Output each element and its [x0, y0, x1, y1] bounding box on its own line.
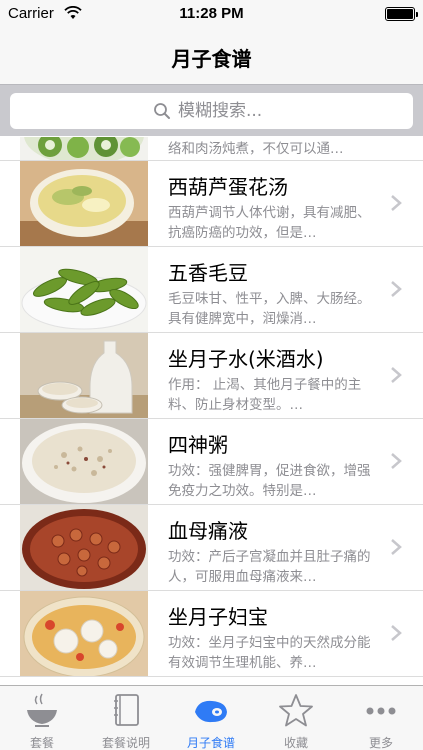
more-icon [366, 707, 396, 715]
battery-icon [385, 7, 418, 21]
list-item-partial[interactable]: 络和肉汤炖煮，不仅可以通… [0, 137, 423, 161]
tab-label: 套餐 [29, 736, 54, 750]
recipe-name: 五香毛豆 [168, 261, 248, 285]
star-icon [279, 694, 313, 727]
recipe-name: 血母痛液 [168, 519, 248, 543]
recipe-thumbnail [20, 419, 148, 505]
tab-favorites[interactable]: 收藏 [254, 686, 338, 750]
recipe-thumbnail [20, 591, 148, 677]
tab-label: 月子食谱 [186, 736, 235, 750]
chevron-right-icon [391, 195, 402, 211]
recipe-name: 坐月子妇宝 [168, 605, 268, 629]
recipe-description: 功效：强健脾胃，促进食欲，增强免疫力之功效。特别是… [168, 463, 371, 499]
tab-bar: 套餐 套餐说明 月子食谱 收藏 更多 [0, 685, 423, 750]
search-input[interactable] [178, 99, 378, 123]
navigation-bar: 月子食谱 [0, 30, 423, 84]
bowl-icon [27, 693, 57, 727]
chevron-right-icon [391, 367, 402, 383]
tab-set-meal-description[interactable]: 套餐说明 [84, 686, 168, 750]
book-icon [114, 694, 139, 726]
tab-label: 更多 [368, 736, 393, 750]
recipe-description: 络和肉汤炖煮，不仅可以通… [168, 141, 344, 157]
tab-label: 收藏 [283, 736, 308, 750]
status-bar: Carrier 11:28 PM [0, 0, 423, 30]
list-item[interactable]: 西葫芦蛋花汤 西葫芦调节人体代谢，具有减肥、抗癌防癌的功效，但是… [0, 161, 423, 247]
recipe-name: 西葫芦蛋花汤 [168, 175, 288, 199]
recipe-thumbnail [20, 505, 148, 591]
meat-icon [195, 700, 227, 723]
recipe-description: 西葫芦调节人体代谢，具有减肥、抗癌防癌的功效，但是… [168, 205, 371, 241]
chevron-right-icon [391, 539, 402, 555]
search-bar [0, 84, 423, 136]
chevron-right-icon [391, 453, 402, 469]
recipe-description: 毛豆味甘、性平，入脾、大肠经。具有健脾宽中，润燥消… [168, 291, 371, 327]
recipe-name: 坐月子水(米酒水) [168, 347, 324, 371]
chevron-right-icon [391, 625, 402, 641]
recipe-thumbnail [20, 333, 148, 419]
list-item[interactable]: 坐月子水(米酒水) 作用： 止渴、其他月子餐中的主料、防止身材变型。… [0, 333, 423, 419]
recipe-description: 功效：产后子宫凝血并且肚子痛的人，可服用血母痛液来… [168, 549, 371, 585]
clock: 11:28 PM [179, 5, 244, 22]
list-item[interactable]: 四神粥 功效：强健脾胃，促进食欲，增强免疫力之功效。特别是… [0, 419, 423, 505]
tab-confinement-recipes[interactable]: 月子食谱 [169, 686, 253, 750]
list-item[interactable]: 坐月子妇宝 功效：坐月子妇宝中的天然成分能有效调节生理机能、养… [0, 591, 423, 677]
chevron-right-icon [391, 281, 402, 297]
tab-set-meals[interactable]: 套餐 [0, 686, 84, 750]
recipe-thumbnail [20, 161, 148, 247]
list-item[interactable]: 五香毛豆 毛豆味甘、性平，入脾、大肠经。具有健脾宽中，润燥消… [0, 247, 423, 333]
recipe-thumbnail [20, 137, 148, 161]
tab-label: 套餐说明 [101, 736, 150, 750]
recipe-description: 作用： 止渴、其他月子餐中的主料、防止身材变型。… [168, 377, 362, 413]
tab-more[interactable]: 更多 [339, 686, 423, 750]
search-field[interactable] [10, 93, 413, 129]
recipe-name: 四神粥 [168, 433, 228, 457]
recipe-thumbnail [20, 247, 148, 333]
list-item[interactable]: 血母痛液 功效：产后子宫凝血并且肚子痛的人，可服用血母痛液来… [0, 505, 423, 591]
page-title: 月子食谱 [171, 47, 252, 71]
recipe-description: 功效：坐月子妇宝中的天然成分能有效调节生理机能、养… [168, 635, 371, 671]
recipe-list[interactable]: 络和肉汤炖煮，不仅可以通… 西葫芦蛋花汤 西葫芦调节人体代谢，具有减肥、抗癌防癌… [0, 137, 423, 685]
search-icon [154, 103, 170, 119]
